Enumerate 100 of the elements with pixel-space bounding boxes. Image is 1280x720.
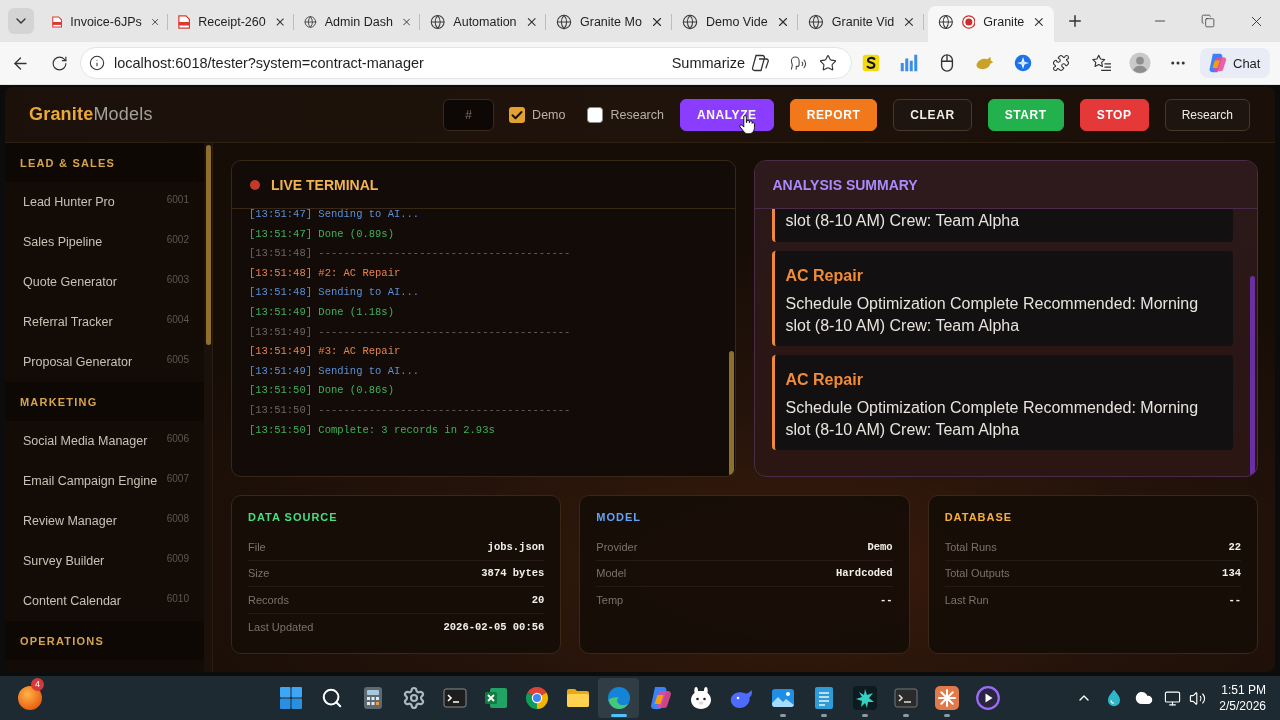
field-label: Total Outputs (944, 567, 1010, 580)
field-label: Size (248, 567, 270, 580)
bar-chart-icon[interactable] (900, 54, 918, 72)
log-time: [13:51:49] (249, 305, 312, 318)
search-icon (320, 687, 343, 709)
card-title: DATA SOURCE (248, 510, 339, 524)
spiky-logo-icon (852, 686, 877, 710)
field-label: Provider (596, 540, 638, 553)
port-number: 6010 (166, 592, 189, 604)
sidebar-item[interactable]: Social Media Manager 6006 (5, 421, 204, 461)
address-field[interactable]: localhost:6018/tester?system=contract-manager (114, 55, 424, 71)
globe-icon (682, 14, 698, 30)
action-button[interactable]: CLEAR (893, 98, 972, 131)
field-value: 2026-02-05 00:56 (443, 620, 545, 633)
section-title: MARKETING (5, 382, 204, 421)
compass-icon[interactable] (1014, 54, 1032, 72)
sidebar-item[interactable]: Proposal Generator 6005 (5, 342, 204, 382)
result-title: AC Repair (785, 370, 864, 390)
ball-icon[interactable] (18, 686, 42, 710)
panel-title: LIVE TERMINAL (271, 176, 379, 193)
puzzle-icon[interactable] (1052, 54, 1070, 72)
result-title: AC Repair (785, 266, 864, 286)
close-icon[interactable] (776, 15, 790, 29)
log-time: [13:51:47] (249, 227, 312, 240)
mouse-icon[interactable] (940, 54, 954, 72)
starburst-icon (934, 686, 959, 710)
cloud-icon[interactable] (1135, 689, 1154, 707)
log-time: [13:51:49] (249, 325, 312, 338)
close-icon[interactable] (650, 15, 664, 29)
close-icon[interactable] (1032, 15, 1046, 29)
outline-logo-icon (751, 54, 769, 72)
checkbox-label[interactable]: Research (610, 107, 664, 122)
sidebar-item[interactable]: Email Campaign Engine 6007 (5, 461, 204, 501)
new-tab-icon[interactable] (1066, 12, 1084, 30)
summarize-button[interactable]: Summarize (667, 50, 773, 76)
clock-date[interactable]: 2/5/2026 (1219, 698, 1266, 714)
log-message: Sending to AI... (318, 286, 420, 299)
field-value: Demo (867, 540, 893, 553)
speaking-head-icon[interactable] (789, 54, 807, 72)
checkbox-label[interactable]: Demo (532, 107, 566, 122)
field-label: Total Runs (944, 540, 997, 553)
star-icon[interactable] (819, 54, 837, 72)
log-message: #2: AC Repair (318, 266, 401, 279)
port-number: 6002 (166, 233, 189, 245)
action-button[interactable]: STOP (1079, 98, 1149, 131)
close-icon[interactable] (902, 15, 916, 29)
port-number: 6008 (166, 512, 189, 524)
field-value: -- (880, 594, 893, 607)
field-value: jobs.json (487, 540, 545, 553)
log-time: [13:51:48] (249, 286, 312, 299)
log-time: [13:51:50] (249, 423, 312, 436)
tab-list-button[interactable] (8, 8, 34, 34)
browser-tab[interactable]: Granite (928, 6, 1054, 42)
avatar-icon[interactable] (1129, 52, 1151, 74)
app-logo: GraniteModels (29, 104, 153, 125)
sidebar-item[interactable]: Lead Hunter Pro 6001 (5, 182, 204, 222)
log-message: Done (1.18s) (318, 305, 394, 318)
log-message: ---------------------------------------- (318, 247, 571, 260)
log-time: [13:51:50] (249, 384, 312, 397)
scrollbar-thumb[interactable] (206, 145, 211, 345)
field-value: 20 (531, 593, 545, 606)
sidebar-item[interactable]: Survey Builder 6009 (5, 541, 204, 581)
sidebar-item[interactable]: Quote Generator 6003 (5, 262, 204, 302)
scrollbar-thumb[interactable] (728, 351, 734, 476)
log-time: [13:51:48] (249, 247, 312, 260)
clock-time[interactable]: 1:51 PM (1221, 682, 1266, 698)
spreadsheet-icon (483, 686, 508, 710)
log-message: Sending to AI... (318, 364, 420, 377)
start-grid-icon (278, 686, 303, 710)
play-icon (975, 686, 1000, 710)
globe-icon (304, 14, 317, 30)
colorful-logo-icon (1207, 53, 1227, 73)
checkbox[interactable] (587, 106, 604, 123)
panel-title: ANALYSIS SUMMARY (772, 176, 918, 193)
checkbox[interactable] (509, 106, 526, 123)
globe-icon (938, 14, 954, 30)
card-title: MODEL (596, 510, 643, 524)
sidebar-item[interactable]: Content Calendar 6010 (5, 581, 204, 621)
result-text: Schedule Optimization Complete Recommended: Morning slot (8-10 AM) Crew: Team Alpha (785, 294, 1200, 336)
scrollbar-thumb[interactable] (1250, 276, 1255, 476)
squiggle-tile-icon[interactable] (862, 54, 880, 72)
action-button[interactable]: Research (1164, 98, 1250, 131)
number-field[interactable]: # (443, 98, 495, 131)
action-button[interactable]: ANALYZE (679, 98, 774, 131)
log-message: Done (0.89s) (318, 227, 394, 240)
favorites-icon[interactable] (1092, 54, 1112, 72)
chat-button[interactable]: Chat (1200, 48, 1271, 78)
log-time: [13:51:50] (249, 403, 312, 416)
field-label: Records (248, 593, 289, 606)
network-icon[interactable] (1163, 689, 1181, 707)
field-value: 134 (1222, 567, 1241, 580)
animal-head-icon (688, 686, 713, 710)
info-icon[interactable] (89, 55, 105, 71)
refresh-icon[interactable] (50, 54, 68, 72)
sidebar-item[interactable]: Review Manager 6008 (5, 501, 204, 541)
restore-icon[interactable] (1201, 14, 1215, 28)
log-message: Done (0.86s) (318, 384, 394, 397)
volume-icon[interactable] (1188, 689, 1206, 707)
sidebar-item[interactable]: Sales Pipeline 6002 (5, 222, 204, 262)
sidebar-item[interactable]: Referral Tracker 6004 (5, 302, 204, 342)
